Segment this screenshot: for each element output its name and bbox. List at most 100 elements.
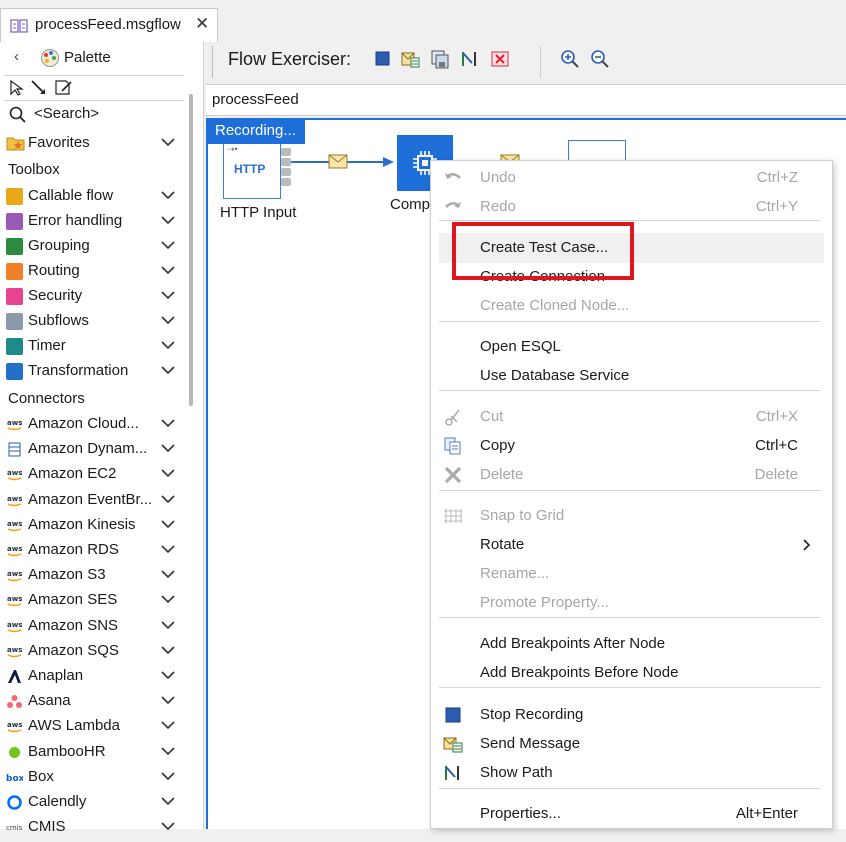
connector-item[interactable]: box Box (4, 765, 180, 790)
chevron-down-icon[interactable] (160, 213, 176, 227)
asana-icon (6, 693, 23, 710)
zoom-out-icon[interactable] (590, 49, 610, 69)
connector-item[interactable]: aws Amazon Cloud... (4, 412, 180, 437)
menu-item-shortcut: Ctrl+Z (756, 169, 798, 186)
chevron-down-icon[interactable] (160, 238, 176, 252)
chevron-down-icon[interactable] (160, 718, 176, 732)
security-icon (6, 288, 23, 305)
connection-tool-icon[interactable] (30, 79, 48, 97)
toolbox-item[interactable]: Callable flow (4, 184, 180, 209)
toolbox-item[interactable]: Error handling (4, 209, 180, 234)
chevron-down-icon[interactable] (160, 135, 176, 149)
svg-text:aws: aws (7, 469, 22, 477)
chevron-down-icon[interactable] (160, 618, 176, 632)
menu-item-add-breakpoints-after-node[interactable]: Add Breakpoints After Node (431, 630, 832, 658)
chevron-down-icon[interactable] (160, 819, 176, 833)
close-icon[interactable]: ✕ (195, 14, 209, 34)
toolbox-item[interactable]: Routing (4, 259, 180, 284)
connector-item[interactable]: aws Amazon EventBr... (4, 488, 180, 513)
chevron-down-icon[interactable] (160, 668, 176, 682)
svg-text:aws: aws (7, 419, 22, 427)
chevron-down-icon[interactable] (160, 263, 176, 277)
zoom-in-icon[interactable] (560, 49, 580, 69)
chevron-down-icon[interactable] (160, 466, 176, 480)
svg-text:aws: aws (7, 595, 22, 603)
svg-text:aws: aws (7, 570, 22, 578)
dynamodb-icon (6, 441, 23, 458)
palette-search[interactable]: <Search> (4, 101, 184, 129)
show-path-icon[interactable] (460, 49, 480, 69)
toolbox-item-label: Transformation (28, 362, 129, 379)
menu-item-show-path[interactable]: Show Path (431, 759, 832, 787)
http-input-node[interactable]: ⇢• HTTP (223, 143, 281, 199)
chevron-down-icon[interactable] (160, 744, 176, 758)
connector-item[interactable]: Asana (4, 689, 180, 714)
connector-item[interactable]: aws Amazon RDS (4, 538, 180, 563)
menu-item-use-database-service[interactable]: Use Database Service (431, 362, 832, 390)
svg-text:aws: aws (7, 495, 22, 503)
toolbox-item[interactable]: Transformation (4, 359, 180, 384)
breadcrumb-flow-name[interactable]: processFeed (212, 91, 299, 108)
chevron-down-icon[interactable] (160, 693, 176, 707)
menu-item-shortcut: Ctrl+Y (755, 198, 798, 215)
clear-icon[interactable] (490, 49, 510, 69)
breadcrumb: processFeed (206, 84, 846, 116)
select-arrow-icon[interactable] (8, 79, 26, 97)
menu-item-open-esql[interactable]: Open ESQL (431, 333, 832, 361)
connector-item[interactable]: aws Amazon S3 (4, 563, 180, 588)
stop-recording-icon[interactable] (373, 49, 393, 69)
connector-item[interactable]: Amazon Dynam... (4, 437, 180, 462)
chevron-down-icon[interactable] (160, 769, 176, 783)
connector-item[interactable]: BambooHR (4, 740, 180, 765)
chevron-down-icon[interactable] (160, 794, 176, 808)
http-node-terminals[interactable] (281, 148, 291, 188)
toolbox-item[interactable]: Timer (4, 334, 180, 359)
chevron-down-icon[interactable] (160, 567, 176, 581)
connector-item[interactable]: aws Amazon Kinesis (4, 513, 180, 538)
menu-item-rotate[interactable]: Rotate (431, 531, 832, 559)
chevron-down-icon[interactable] (160, 492, 176, 506)
connector-item[interactable]: aws AWS Lambda (4, 714, 180, 739)
toolbox-item[interactable]: Security (4, 284, 180, 309)
connector-item-label: Anaplan (28, 667, 84, 684)
chevron-down-icon[interactable] (160, 542, 176, 556)
connector-item[interactable]: cmis CMIS (4, 815, 180, 840)
connector-item[interactable]: aws Amazon EC2 (4, 462, 180, 487)
note-tool-icon[interactable] (54, 79, 74, 97)
chevron-down-icon[interactable] (160, 643, 176, 657)
tab-processfeed[interactable]: processFeed.msgflow ✕ (0, 8, 218, 42)
callable-flow-icon (6, 188, 23, 205)
chevron-down-icon[interactable] (160, 188, 176, 202)
output-node[interactable] (568, 140, 626, 162)
menu-item-send-message[interactable]: Send Message (431, 730, 832, 758)
message-envelope-icon[interactable] (328, 154, 348, 169)
send-message-icon[interactable] (400, 49, 420, 69)
chevron-down-icon[interactable] (160, 338, 176, 352)
connector-item[interactable]: aws Amazon SES (4, 588, 180, 613)
connector-item[interactable]: aws Amazon SQS (4, 639, 180, 664)
connector-item[interactable]: aws Amazon SNS (4, 614, 180, 639)
chevron-down-icon[interactable] (160, 592, 176, 606)
toolbox-item[interactable]: Grouping (4, 234, 180, 259)
connector-item[interactable]: Anaplan (4, 664, 180, 689)
chevron-down-icon[interactable] (160, 363, 176, 377)
chevron-down-icon[interactable] (160, 416, 176, 430)
menu-item-stop-recording[interactable]: Stop Recording (431, 701, 832, 729)
chevron-down-icon[interactable] (160, 288, 176, 302)
menu-item-label: Copy (480, 437, 516, 454)
palette-favorites[interactable]: Favorites (4, 131, 180, 156)
menu-item-shortcut: Delete (754, 466, 798, 483)
palette-scrollbar[interactable] (189, 94, 193, 406)
menu-item-add-breakpoints-before-node[interactable]: Add Breakpoints Before Node (431, 659, 832, 687)
connector-item[interactable]: Calendly (4, 790, 180, 815)
save-data-icon[interactable] (430, 49, 450, 69)
chevron-down-icon[interactable] (160, 517, 176, 531)
chevron-down-icon[interactable] (160, 441, 176, 455)
toolbox-item[interactable]: Subflows (4, 309, 180, 334)
svg-text:aws: aws (7, 520, 22, 528)
collapse-palette-icon[interactable]: ‹ (14, 48, 19, 65)
menu-item-copy[interactable]: Copy Ctrl+C (431, 432, 832, 460)
chevron-down-icon[interactable] (160, 313, 176, 327)
menu-item-properties[interactable]: Properties... Alt+Enter (431, 800, 832, 828)
menu-separator (439, 390, 821, 391)
